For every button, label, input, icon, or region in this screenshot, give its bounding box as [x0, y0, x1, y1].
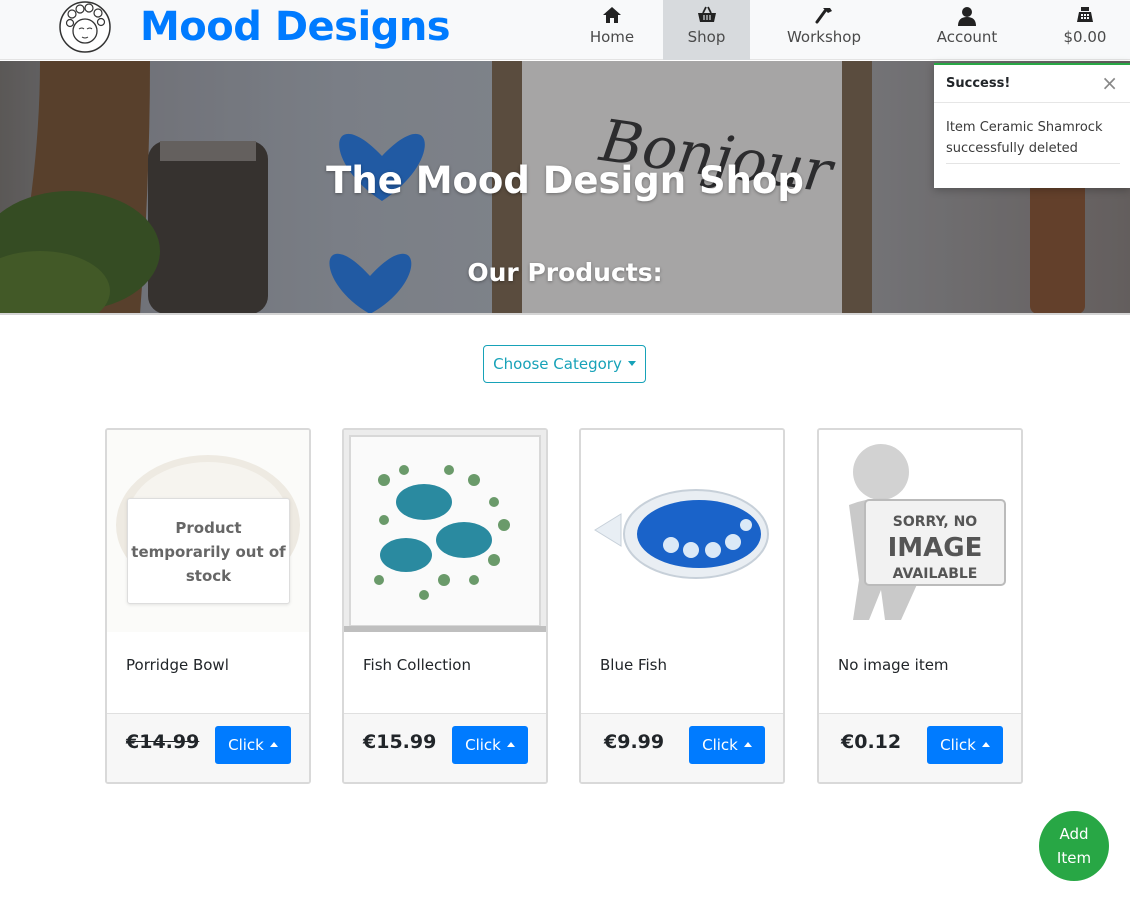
success-toast: Success! × Item Ceramic Shamrock success… — [934, 63, 1130, 188]
product-click-button[interactable]: Click — [215, 726, 291, 764]
product-card: SORRY, NO IMAGE AVAILABLE No image item … — [817, 428, 1023, 784]
blue-fish-illustration — [581, 430, 783, 632]
nav-home-label: Home — [589, 28, 635, 46]
hammer-icon — [815, 8, 832, 24]
product-image-blue-fish[interactable] — [581, 430, 783, 632]
product-click-button[interactable]: Click — [689, 726, 765, 764]
toast-message: Item Ceramic Shamrock successfully delet… — [946, 117, 1120, 164]
placeholder-line-2: IMAGE — [888, 533, 983, 563]
caret-up-icon — [269, 742, 278, 747]
top-navbar: Mood Designs Home Shop Workshop Account — [0, 0, 1130, 60]
click-button-label: Click — [228, 736, 264, 754]
nav-workshop-label: Workshop — [786, 28, 861, 46]
product-price: €0.12 — [841, 731, 902, 753]
choose-category-dropdown[interactable]: Choose Category — [483, 345, 646, 383]
close-icon[interactable]: × — [1101, 71, 1118, 95]
product-card: Fish Collection €15.99 Click — [342, 428, 548, 784]
product-image-no-image-item[interactable]: SORRY, NO IMAGE AVAILABLE — [819, 430, 1021, 632]
out-of-stock-notice: Product temporarily out of stock — [127, 498, 290, 604]
hero-divider — [0, 313, 1130, 315]
product-price: €9.99 — [604, 731, 665, 753]
caret-up-icon — [743, 742, 752, 747]
placeholder-line-1: SORRY, NO — [893, 514, 978, 530]
nav-shop-label: Shop — [687, 28, 726, 46]
product-image-porridge-bowl[interactable]: Product temporarily out of stock — [107, 430, 309, 632]
nav-home[interactable]: Home — [576, 0, 648, 60]
caret-up-icon — [506, 742, 515, 747]
product-click-button[interactable]: Click — [927, 726, 1003, 764]
brand-word-2: Designs — [274, 4, 451, 50]
nav-shop[interactable]: Shop — [663, 0, 750, 60]
nav-workshop[interactable]: Workshop — [776, 0, 872, 60]
product-price: €14.99 — [126, 731, 200, 753]
add-item-label-1: Add — [1059, 825, 1089, 843]
home-icon — [603, 7, 621, 23]
product-name: Porridge Bowl — [126, 656, 229, 674]
brand-word-1: Mood — [140, 4, 262, 50]
nav-account[interactable]: Account — [923, 0, 1011, 60]
card-footer: €9.99 Click — [581, 713, 783, 782]
product-click-button[interactable]: Click — [452, 726, 528, 764]
click-button-label: Click — [702, 736, 738, 754]
basket-icon — [697, 6, 716, 22]
caret-down-icon — [627, 361, 636, 366]
click-button-label: Click — [465, 736, 501, 754]
nav-account-label: Account — [936, 28, 998, 46]
nav-cart[interactable]: $0.00 — [1053, 0, 1117, 60]
toast-header: Success! × — [934, 65, 1130, 103]
user-icon — [958, 7, 976, 26]
product-name: Blue Fish — [600, 656, 667, 674]
product-name: No image item — [838, 656, 949, 674]
product-card: Product temporarily out of stock Porridg… — [105, 428, 311, 784]
choose-category-label: Choose Category — [493, 355, 622, 373]
add-item-label-2: Item — [1056, 849, 1092, 867]
cart-total: $0.00 — [1063, 28, 1107, 46]
placeholder-line-3: AVAILABLE — [893, 566, 978, 582]
brand-title[interactable]: Mood Designs — [140, 2, 451, 52]
add-item-button[interactable]: Add Item — [1039, 811, 1109, 881]
product-name: Fish Collection — [363, 656, 471, 674]
cash-register-icon — [1077, 7, 1093, 22]
click-button-label: Click — [940, 736, 976, 754]
logo-icon[interactable] — [58, 0, 112, 54]
hero-subtitle: Our Products: — [467, 258, 663, 287]
product-card: Blue Fish €9.99 Click — [579, 428, 785, 784]
product-image-fish-collection[interactable] — [344, 430, 546, 632]
card-footer: €15.99 Click — [344, 713, 546, 782]
no-image-placeholder: SORRY, NO IMAGE AVAILABLE — [819, 430, 1021, 632]
toast-title: Success! — [946, 76, 1011, 91]
fish-collection-illustration — [344, 430, 546, 632]
caret-up-icon — [981, 742, 990, 747]
card-footer: €14.99 Click — [107, 713, 309, 782]
product-price: €15.99 — [363, 731, 437, 753]
card-footer: €0.12 Click — [819, 713, 1021, 782]
